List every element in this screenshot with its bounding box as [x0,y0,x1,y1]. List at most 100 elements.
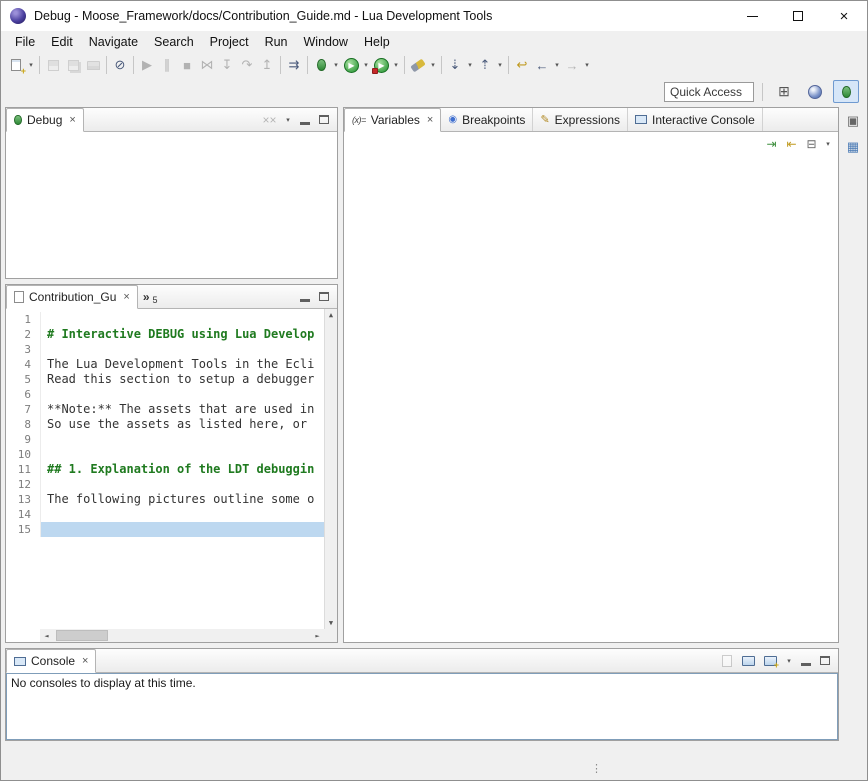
menu-project[interactable]: Project [202,33,257,51]
forward-button[interactable]: → [562,55,582,75]
scroll-up-arrow[interactable]: ▲ [329,311,333,319]
line-text[interactable]: # Interactive DEBUG using Lua Develop [40,327,324,342]
menu-help[interactable]: Help [356,33,398,51]
run-alt-button[interactable]: ▶ [371,55,391,75]
line-text[interactable]: Read this section to setup a debugger [40,372,324,387]
line-number[interactable]: 14 [6,507,40,522]
remove-terminated-button[interactable]: ×× [261,111,278,128]
close-tab-icon[interactable]: × [82,655,88,667]
line-number[interactable]: 6 [6,387,40,402]
line-text[interactable] [40,447,324,462]
scroll-down-arrow[interactable]: ▼ [329,619,333,627]
menu-edit[interactable]: Edit [43,33,81,51]
line-number[interactable]: 2 [6,327,40,342]
debug-view-menu-button[interactable]: ▾ [283,110,293,130]
step-return-button[interactable]: ↥ [257,55,277,75]
line-text[interactable]: **Note:** The assets that are used in [40,402,324,417]
forward-dropdown[interactable]: ▾ [582,55,592,75]
line-text[interactable]: The following pictures outline some o [40,492,324,507]
use-step-filters-button[interactable]: ⇉ [284,55,304,75]
clear-console-button[interactable] [718,652,735,669]
new-wizard-dropdown[interactable]: ▾ [26,55,36,75]
last-edit-location-button[interactable]: ↩ [512,55,532,75]
close-tab-icon[interactable]: × [427,114,433,126]
run-button[interactable]: ▶ [341,55,361,75]
menu-file[interactable]: File [7,33,43,51]
line-number[interactable]: 13 [6,492,40,507]
disconnect-button[interactable]: ⋈ [197,55,217,75]
tab-interactive-console[interactable]: Interactive Console [628,108,763,131]
menu-navigate[interactable]: Navigate [81,33,146,51]
outline-view-icon[interactable]: ▦ [847,139,859,155]
step-over-button[interactable]: ↷ [237,55,257,75]
next-annotation-button[interactable]: ⇣ [445,55,465,75]
horizontal-scrollbar[interactable] [53,629,311,642]
tab-expressions[interactable]: ✎Expressions [533,108,628,131]
debug-button[interactable] [311,55,331,75]
open-console-button[interactable]: + [762,652,779,669]
vertical-scrollbar[interactable]: ▲ ▼ [324,309,337,629]
tab-variables[interactable]: (x)=Variables× [344,108,441,132]
run-alt-dropdown[interactable]: ▾ [391,55,401,75]
print-button[interactable] [83,55,103,75]
scroll-left-arrow[interactable]: ◄ [40,629,53,642]
line-text[interactable] [40,312,324,327]
line-number[interactable]: 8 [6,417,40,432]
collapse-all-button[interactable]: ⊟ [803,136,820,153]
display-selected-console-button[interactable] [740,652,757,669]
save-all-button[interactable] [63,55,83,75]
menu-search[interactable]: Search [146,33,202,51]
tab-breakpoints[interactable]: ◉Breakpoints [441,108,533,131]
next-annotation-dropdown[interactable]: ▾ [465,55,475,75]
show-type-names-button[interactable]: ⇤ [783,136,800,153]
tab-contribution-guide[interactable]: Contribution_Gu × [6,285,138,309]
new-wizard-button[interactable]: + [6,55,26,75]
line-number[interactable]: 5 [6,372,40,387]
tab-debug[interactable]: Debug × [6,108,84,132]
menu-window[interactable]: Window [296,33,356,51]
debug-dropdown[interactable]: ▾ [331,55,341,75]
line-text[interactable]: The Lua Development Tools in the Ecli [40,357,324,372]
line-number[interactable]: 11 [6,462,40,477]
line-number[interactable]: 12 [6,477,40,492]
window-maximize-button[interactable] [775,1,821,31]
minimize-view-button[interactable] [298,288,312,306]
previous-annotation-dropdown[interactable]: ▾ [495,55,505,75]
line-text[interactable] [40,477,324,492]
scroll-right-arrow[interactable]: ► [311,629,324,642]
previous-annotation-button[interactable]: ⇡ [475,55,495,75]
skip-all-breakpoints-button[interactable]: ⊘ [110,55,130,75]
terminate-button[interactable]: ■ [177,55,197,75]
line-number[interactable]: 7 [6,402,40,417]
open-perspective-button[interactable]: ⊞ [771,80,797,103]
line-text[interactable] [40,522,324,537]
debug-perspective-button[interactable] [833,80,859,103]
maximize-view-button[interactable] [317,288,331,306]
open-console-dropdown[interactable]: ▾ [784,651,794,671]
line-text[interactable] [40,432,324,447]
line-number[interactable]: 3 [6,342,40,357]
line-text[interactable]: ## 1. Explanation of the LDT debuggin [40,462,324,477]
maximize-view-button[interactable] [317,111,331,129]
quick-access-input[interactable] [664,82,754,102]
line-text[interactable]: So use the assets as listed here, or [40,417,324,432]
line-text[interactable] [40,387,324,402]
save-button[interactable] [43,55,63,75]
search-button[interactable] [408,55,428,75]
line-text[interactable] [40,342,324,357]
variables-view-menu-button[interactable]: ▾ [823,134,833,154]
resume-button[interactable]: ▶ [137,55,157,75]
window-minimize-button[interactable] [729,1,775,31]
menu-run[interactable]: Run [257,33,296,51]
window-close-button[interactable]: × [821,1,867,31]
suspend-button[interactable]: ∥ [157,55,177,75]
search-dropdown[interactable]: ▾ [428,55,438,75]
scrollbar-thumb[interactable] [56,630,108,641]
close-tab-icon[interactable]: × [69,114,75,126]
line-text[interactable] [40,507,324,522]
line-number[interactable]: 10 [6,447,40,462]
line-number[interactable]: 4 [6,357,40,372]
close-tab-icon[interactable]: × [123,291,129,303]
restore-view-icon[interactable]: ▣ [847,113,859,129]
lua-perspective-button[interactable] [802,80,828,103]
